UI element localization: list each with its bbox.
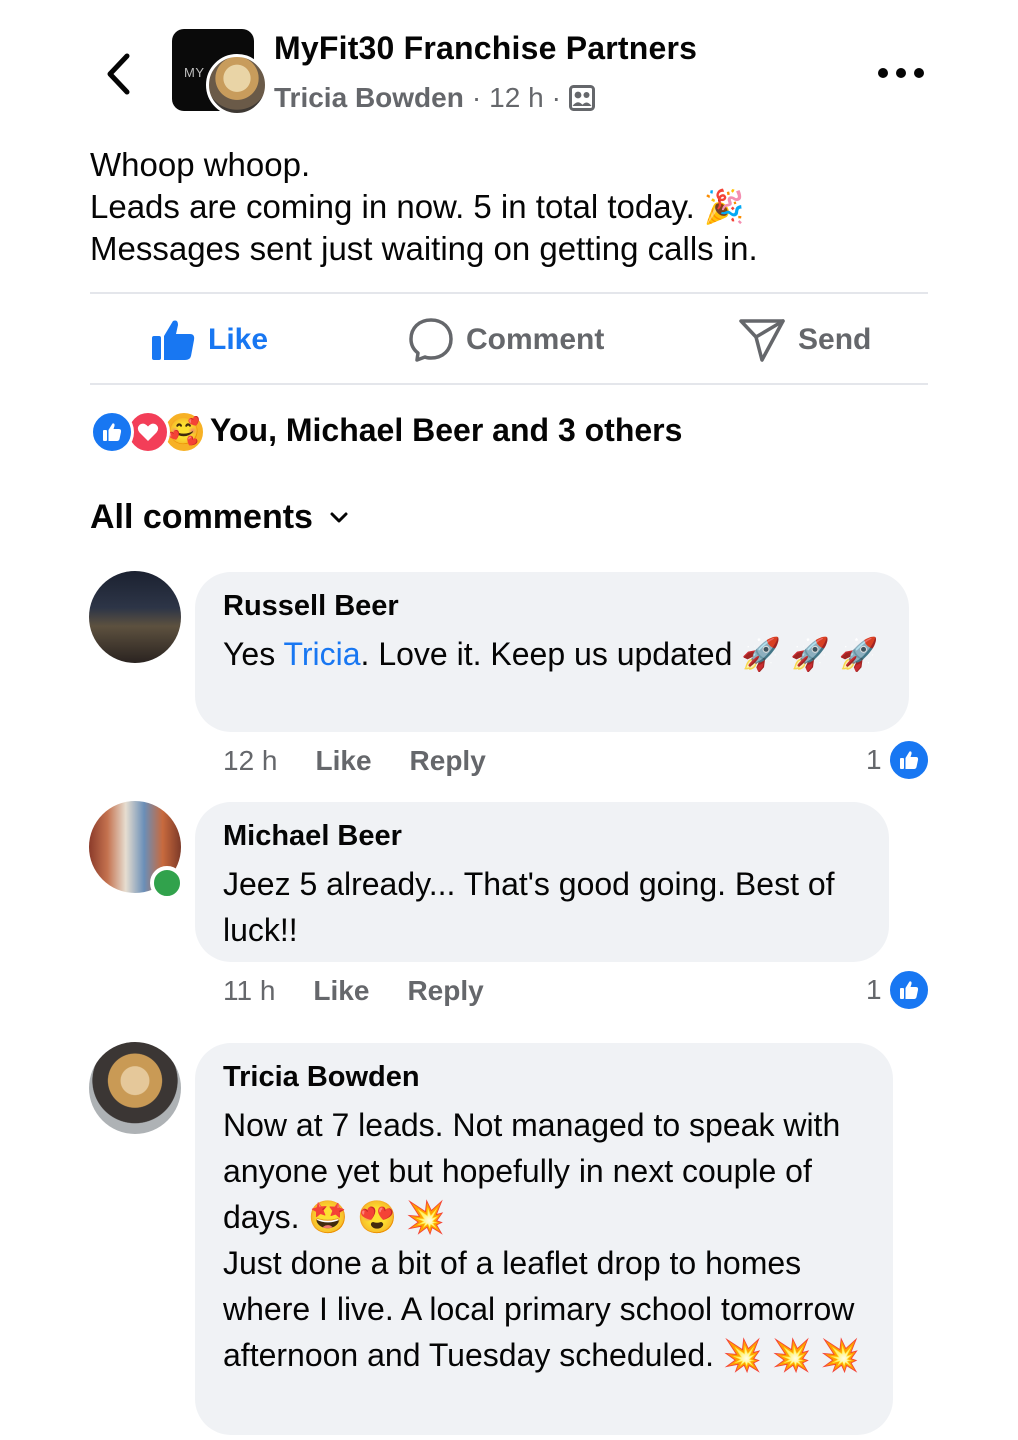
like-reaction-icon xyxy=(887,739,930,781)
divider xyxy=(90,292,928,294)
group-title[interactable]: MyFit30 Franchise Partners xyxy=(274,30,697,67)
all-comments-dropdown[interactable]: All comments xyxy=(90,498,349,537)
comment-time: 12 h xyxy=(223,745,278,776)
comment-text-part: . Love it. Keep us updated 🚀 🚀 🚀 xyxy=(360,636,879,672)
more-icon xyxy=(878,68,888,78)
avatar[interactable] xyxy=(89,571,181,663)
reaction-count: 1 xyxy=(866,974,882,1005)
author-avatar[interactable] xyxy=(206,54,268,116)
comment-text-part: Yes xyxy=(223,636,284,672)
like-label: Like xyxy=(208,323,269,356)
comment-bubble[interactable]: Tricia Bowden Now at 7 leads. Not manage… xyxy=(195,1043,893,1435)
send-label: Send xyxy=(798,323,872,356)
comment-bubble[interactable]: Russell Beer Yes Tricia. Love it. Keep u… xyxy=(195,572,909,732)
group-logo-text: MY xyxy=(184,65,205,80)
comment-button[interactable]: Comment xyxy=(408,312,604,368)
more-options-button[interactable] xyxy=(878,58,924,88)
comment-like-button[interactable]: Like xyxy=(313,975,369,1007)
comment-time: 11 h xyxy=(223,975,276,1006)
reaction-count: 1 xyxy=(866,744,882,775)
comment-meta: 12 h Like Reply xyxy=(223,741,524,781)
more-icon xyxy=(914,68,924,78)
comment-reaction-count[interactable]: 1 xyxy=(866,739,930,781)
post-line: Messages sent just waiting on getting ca… xyxy=(90,230,758,267)
comment-author[interactable]: Russell Beer xyxy=(223,590,881,623)
comment-author[interactable]: Michael Beer xyxy=(223,820,861,853)
like-button[interactable]: Like xyxy=(150,312,268,368)
separator: · xyxy=(471,82,482,113)
comment-icon xyxy=(409,318,453,362)
comment-reply-button[interactable]: Reply xyxy=(410,745,486,777)
chevron-down-icon xyxy=(330,512,348,522)
send-button[interactable]: Send xyxy=(738,312,871,368)
comment-text: Jeez 5 already... That's good going. Bes… xyxy=(223,866,835,948)
comment-author[interactable]: Tricia Bowden xyxy=(223,1061,865,1094)
comment-like-button[interactable]: Like xyxy=(316,745,372,777)
thumbs-up-icon xyxy=(152,320,195,360)
online-status-indicator xyxy=(150,866,184,900)
like-reaction-icon xyxy=(887,969,930,1011)
comment-text: Now at 7 leads. Not managed to speak wit… xyxy=(223,1107,841,1235)
comment-text: Yes Tricia. Love it. Keep us updated 🚀 🚀… xyxy=(223,631,881,677)
avatar[interactable] xyxy=(89,1042,181,1134)
comment-bubble[interactable]: Michael Beer Jeez 5 already... That's go… xyxy=(195,802,889,962)
like-reaction-icon xyxy=(90,410,134,454)
separator: · xyxy=(551,82,561,113)
post-subline: Tricia Bowden · 12 h · xyxy=(274,82,595,114)
post-line: Whoop whoop. xyxy=(90,146,311,183)
comment-label: Comment xyxy=(466,323,605,356)
mention-link[interactable]: Tricia xyxy=(284,636,361,672)
comment-reply-button[interactable]: Reply xyxy=(407,975,483,1007)
comment-meta: 11 h Like Reply xyxy=(223,971,522,1011)
more-icon xyxy=(896,68,906,78)
post-body: Whoop whoop. Leads are coming in now. 5 … xyxy=(90,144,950,270)
send-icon xyxy=(739,319,785,362)
reaction-icons[interactable]: 🥰 xyxy=(90,410,206,454)
all-comments-label: All comments xyxy=(90,498,313,536)
post-time[interactable]: 12 h xyxy=(489,82,544,114)
chevron-left-icon xyxy=(107,53,130,95)
divider xyxy=(90,383,928,385)
reaction-summary[interactable]: You, Michael Beer and 3 others xyxy=(210,412,682,449)
comment-reaction-count[interactable]: 1 xyxy=(866,969,930,1011)
post-author[interactable]: Tricia Bowden xyxy=(274,82,464,114)
group-members-icon xyxy=(568,85,595,111)
post-line: Leads are coming in now. 5 in total toda… xyxy=(90,188,746,225)
comment-text: Just done a bit of a leaflet drop to hom… xyxy=(223,1245,861,1373)
back-button[interactable] xyxy=(96,48,140,100)
